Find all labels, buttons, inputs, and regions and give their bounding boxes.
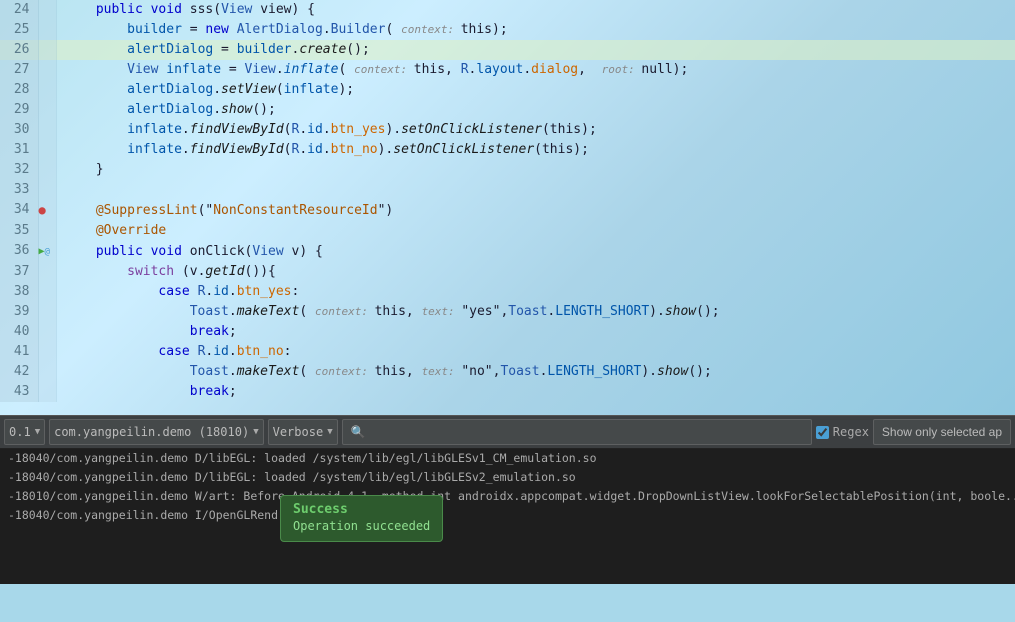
log-line: -18040/com.yangpeilin.demo D/libEGL: loa… [0, 468, 1015, 487]
code-editor: 24 public void sss(View view) { 25 builde… [0, 0, 1015, 415]
line-content: break; [56, 382, 1015, 402]
line-number: 31 [0, 140, 38, 160]
line-content: builder = new AlertDialog.Builder( conte… [56, 20, 1015, 40]
line-gutter [38, 120, 56, 140]
log-line: -18010/com.yangpeilin.demo W/art: Before… [0, 487, 1015, 506]
version-select[interactable]: 0.1 ▼ [4, 419, 45, 445]
line-content: inflate.findViewById(R.id.btn_no).setOnC… [56, 140, 1015, 160]
line-gutter [38, 282, 56, 302]
line-number: 36 [0, 241, 38, 262]
line-gutter [38, 0, 56, 20]
line-content: } [56, 160, 1015, 180]
line-content: public void sss(View view) { [56, 0, 1015, 20]
show-selected-button[interactable]: Show only selected ap [873, 419, 1011, 445]
line-number: 40 [0, 322, 38, 342]
version-dropdown-icon: ▼ [35, 427, 40, 437]
regex-checkbox[interactable] [816, 426, 829, 439]
line-gutter: ▶@ [38, 241, 56, 262]
line-number: 39 [0, 302, 38, 322]
line-gutter [38, 20, 56, 40]
success-title: Success [293, 502, 430, 517]
line-number: 33 [0, 180, 38, 200]
line-number: 24 [0, 0, 38, 20]
line-gutter [38, 100, 56, 120]
line-gutter [38, 302, 56, 322]
line-gutter [38, 342, 56, 362]
line-gutter [38, 160, 56, 180]
line-gutter [38, 180, 56, 200]
level-select[interactable]: Verbose ▼ [268, 419, 338, 445]
line-number: 28 [0, 80, 38, 100]
line-content: public void onClick(View v) { [56, 241, 1015, 262]
line-number: 41 [0, 342, 38, 362]
line-content: inflate.findViewById(R.id.btn_yes).setOn… [56, 120, 1015, 140]
line-number: 43 [0, 382, 38, 402]
line-gutter [38, 382, 56, 402]
filter-bar: 0.1 ▼ com.yangpeilin.demo (18010) ▼ Verb… [0, 415, 1015, 449]
line-content [56, 180, 1015, 200]
line-gutter [38, 60, 56, 80]
line-number: 32 [0, 160, 38, 180]
line-content: case R.id.btn_yes: [56, 282, 1015, 302]
line-content: Toast.makeText( context: this, text: "ye… [56, 302, 1015, 322]
log-line: -18040/com.yangpeilin.demo I/OpenGLRend.… [0, 506, 1015, 525]
line-number: 30 [0, 120, 38, 140]
regex-label[interactable]: Regex [816, 425, 869, 439]
line-gutter [38, 262, 56, 282]
line-number: 27 [0, 60, 38, 80]
log-line: -18040/com.yangpeilin.demo D/libEGL: loa… [0, 449, 1015, 468]
line-number: 29 [0, 100, 38, 120]
line-content: @SuppressLint("NonConstantResourceId") [56, 200, 1015, 221]
line-content: View inflate = View.inflate( context: th… [56, 60, 1015, 80]
line-number: 37 [0, 262, 38, 282]
line-number: 42 [0, 362, 38, 382]
line-gutter [38, 362, 56, 382]
success-message: Operation succeeded [293, 519, 430, 533]
line-content: case R.id.btn_no: [56, 342, 1015, 362]
line-content: alertDialog = builder.create(); [56, 40, 1015, 60]
line-gutter [38, 80, 56, 100]
line-gutter [38, 322, 56, 342]
line-gutter: ● [38, 200, 56, 221]
package-dropdown-icon: ▼ [253, 427, 258, 437]
line-content: alertDialog.show(); [56, 100, 1015, 120]
line-gutter [38, 140, 56, 160]
search-input[interactable] [342, 419, 812, 445]
level-dropdown-icon: ▼ [327, 427, 332, 437]
line-number: 25 [0, 20, 38, 40]
line-number: 38 [0, 282, 38, 302]
line-gutter [38, 221, 56, 241]
line-content: Toast.makeText( context: this, text: "no… [56, 362, 1015, 382]
line-number: 34 [0, 200, 38, 221]
log-area: -18040/com.yangpeilin.demo D/libEGL: loa… [0, 449, 1015, 584]
line-content: break; [56, 322, 1015, 342]
line-content: @Override [56, 221, 1015, 241]
code-lines: 24 public void sss(View view) { 25 builde… [0, 0, 1015, 402]
line-gutter [38, 40, 56, 60]
line-content: switch (v.getId()){ [56, 262, 1015, 282]
line-number: 26 [0, 40, 38, 60]
package-select[interactable]: com.yangpeilin.demo (18010) ▼ [49, 419, 264, 445]
line-number: 35 [0, 221, 38, 241]
success-popup: Success Operation succeeded [280, 495, 443, 542]
line-content: alertDialog.setView(inflate); [56, 80, 1015, 100]
